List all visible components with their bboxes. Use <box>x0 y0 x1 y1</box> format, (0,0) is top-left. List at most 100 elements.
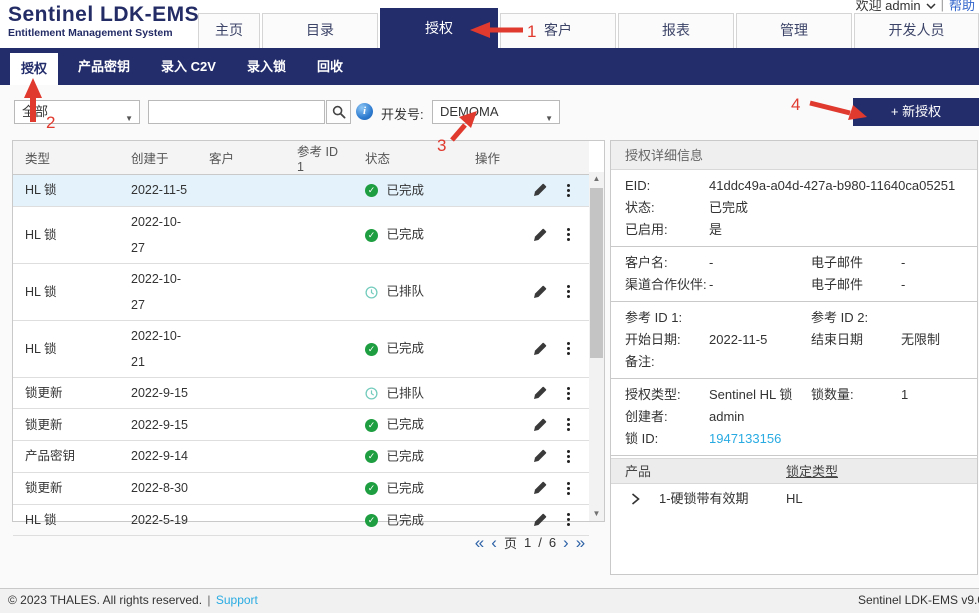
status-label: 状态: <box>625 197 655 219</box>
more-actions-icon[interactable] <box>564 512 573 527</box>
edit-icon[interactable] <box>533 342 547 356</box>
page-label: 页 <box>504 533 517 552</box>
edit-icon[interactable] <box>533 228 547 242</box>
main-tab[interactable]: 开发人员 <box>854 13 979 48</box>
vendor-dropdown[interactable]: DEMOMA ▼ <box>432 100 560 124</box>
completed-check-icon: ✓ <box>365 343 378 356</box>
more-actions-icon[interactable] <box>564 284 573 299</box>
footer: © 2023 THALES. All rights reserved. | Su… <box>0 588 979 613</box>
table-row[interactable]: HL 锁 2022-10-21 ✓ 已完成 <box>13 320 589 377</box>
table-row[interactable]: HL 锁 2022-11-5 ✓ 已完成 <box>13 175 589 207</box>
details-section-type: 授权类型:Sentinel HL 锁 锁数量:1 创建者:admin 锁 ID:… <box>611 379 977 456</box>
edit-icon[interactable] <box>533 386 547 400</box>
total-pages: 6 <box>549 535 556 550</box>
table-scrollbar[interactable]: ▲ ▼ <box>589 172 604 521</box>
start-date-value: 2022-11-5 <box>709 329 767 351</box>
more-actions-icon[interactable] <box>564 481 573 496</box>
main-tab[interactable]: 管理 <box>736 13 852 48</box>
page-separator: / <box>538 535 542 550</box>
queued-clock-icon <box>365 387 378 400</box>
col-status: 状态 <box>353 141 463 175</box>
copyright-text: © 2023 THALES. All rights reserved. <box>8 593 202 607</box>
type-filter-dropdown[interactable]: 全部 ▼ <box>14 100 140 124</box>
col-customer: 客户 <box>197 141 285 175</box>
table-row[interactable]: HL 锁 2022-10-27 ✓ 已完成 <box>13 206 589 263</box>
sub-nav: 授权产品密钥录入 C2V录入锁回收 <box>0 48 979 85</box>
edit-icon[interactable] <box>533 481 547 495</box>
table-header-row: 类型 创建于 客户 参考 ID 1 状态 操作 <box>13 141 589 175</box>
edit-icon[interactable] <box>533 418 547 432</box>
subnav-item[interactable]: 产品密钥 <box>67 48 141 85</box>
last-page-button[interactable]: » <box>576 534 585 551</box>
scrollbar-thumb[interactable] <box>590 188 603 358</box>
completed-check-icon: ✓ <box>365 419 378 432</box>
table-row[interactable]: 锁更新 2022-9-15 ✓ 已完成 <box>13 409 589 441</box>
main-tab[interactable]: 授权 <box>380 8 498 48</box>
version-text: Sentinel LDK-EMS v9.0 <box>858 593 979 607</box>
more-actions-icon[interactable] <box>564 227 573 242</box>
support-link[interactable]: Support <box>216 593 258 607</box>
col-created: 创建于 <box>119 141 197 175</box>
edit-icon[interactable] <box>533 285 547 299</box>
vendor-value: DEMOMA <box>440 104 499 119</box>
edit-icon[interactable] <box>533 513 547 527</box>
end-date-value: 无限制 <box>901 329 940 351</box>
keyid-label: 锁 ID: <box>625 428 658 450</box>
subnav-item[interactable]: 回收 <box>306 48 354 85</box>
subnav-item[interactable]: 录入 C2V <box>150 48 227 85</box>
more-actions-icon[interactable] <box>564 449 573 464</box>
email-value: - <box>901 274 905 296</box>
main-tab[interactable]: 主页 <box>198 13 260 48</box>
eid-label: EID: <box>625 175 650 197</box>
queued-clock-icon <box>365 286 378 299</box>
expand-chevron-icon[interactable] <box>631 493 640 505</box>
table-row[interactable]: 锁更新 2022-8-30 ✓ 已完成 <box>13 472 589 504</box>
prev-page-button[interactable]: ‹ <box>491 534 497 551</box>
details-section-customer: 客户名:- 电子邮件- 渠道合作伙伴:- 电子邮件- <box>611 247 977 302</box>
enabled-label: 已启用: <box>625 219 668 241</box>
completed-check-icon: ✓ <box>365 184 378 197</box>
completed-check-icon: ✓ <box>365 514 378 527</box>
table-row[interactable]: 产品密钥 2022-9-14 ✓ 已完成 <box>13 441 589 473</box>
main-tab[interactable]: 客户 <box>500 13 616 48</box>
search-button[interactable] <box>326 100 351 124</box>
cell-type: 锁更新 <box>25 386 63 400</box>
info-icon[interactable]: i <box>356 103 373 120</box>
product-table-header: 产品 锁定类型 <box>611 458 977 484</box>
ref1-label: 参考 ID 1: <box>625 307 682 329</box>
subnav-item[interactable]: 授权 <box>10 53 58 85</box>
footer-separator: | <box>207 593 210 607</box>
col-refid: 参考 ID 1 <box>285 141 353 175</box>
key-id-link[interactable]: 1947133156 <box>709 428 781 450</box>
table-row[interactable]: 锁更新 2022-9-15 ✓ 已排队 <box>13 377 589 409</box>
scroll-down-icon[interactable]: ▼ <box>589 507 604 521</box>
more-actions-icon[interactable] <box>564 341 573 356</box>
search-input[interactable] <box>148 100 325 124</box>
more-actions-icon[interactable] <box>564 417 573 432</box>
new-entitlement-button[interactable]: + 新授权 <box>853 98 979 126</box>
enabled-value: 是 <box>709 219 722 241</box>
cell-created: 2022-10-27 <box>131 272 181 312</box>
panel-title: 授权详细信息 <box>611 141 977 170</box>
main-tab[interactable]: 目录 <box>262 13 378 48</box>
content-area: 全部 ▼ i 开发号: DEMOMA ▼ + 新授权 类型 创建于 客户 参考 … <box>0 85 979 588</box>
more-actions-icon[interactable] <box>564 183 573 198</box>
next-page-button[interactable]: › <box>563 534 569 551</box>
product-row[interactable]: 1-硬锁带有效期 HL <box>611 484 977 514</box>
etype-value: Sentinel HL 锁 <box>709 384 792 406</box>
first-page-button[interactable]: « <box>475 534 484 551</box>
email-label: 电子邮件 <box>811 252 863 274</box>
status-badge: ✓ 已完成 <box>353 175 463 207</box>
edit-icon[interactable] <box>533 449 547 463</box>
main-tab[interactable]: 报表 <box>618 13 734 48</box>
product-locking-type: HL <box>786 484 803 514</box>
more-actions-icon[interactable] <box>564 386 573 401</box>
locking-type-col-label[interactable]: 锁定类型 <box>786 459 838 485</box>
table-row[interactable]: HL 锁 2022-5-19 ✓ 已完成 <box>13 504 589 536</box>
edit-icon[interactable] <box>533 183 547 197</box>
table-row[interactable]: HL 锁 2022-10-27 ✓ 已排队 <box>13 263 589 320</box>
scroll-up-icon[interactable]: ▲ <box>589 172 604 186</box>
channel-partner-value: - <box>709 274 713 296</box>
main-tabs: 主页目录授权客户报表管理开发人员 <box>198 8 979 48</box>
subnav-item[interactable]: 录入锁 <box>236 48 297 85</box>
